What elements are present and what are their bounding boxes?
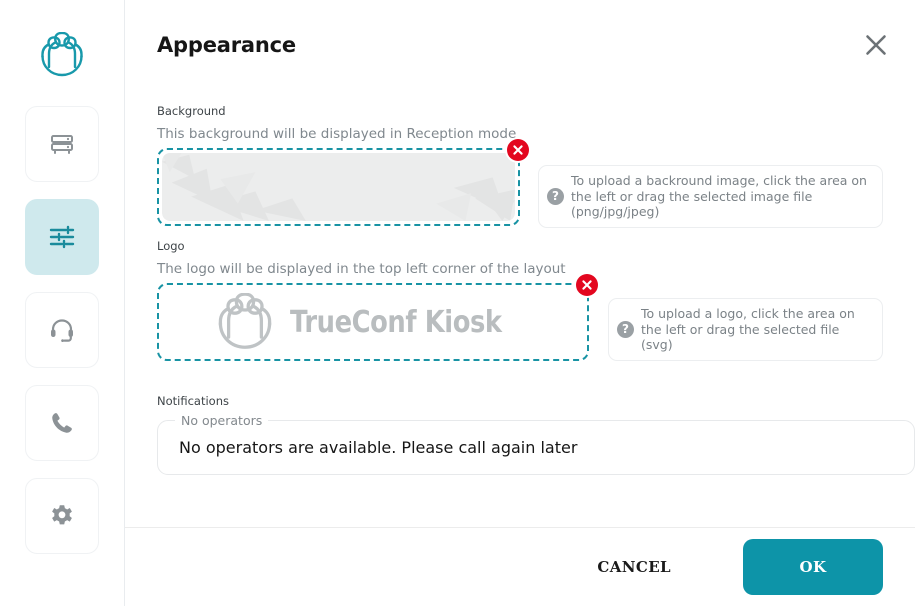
background-label: Background (157, 104, 226, 118)
main-panel: Appearance Background This background wi… (125, 0, 915, 606)
sidebar-item-server[interactable] (25, 106, 99, 182)
background-hint: ? To upload a backround image, click the… (538, 165, 883, 228)
appearance-settings-window: Appearance Background This background wi… (0, 0, 915, 606)
background-remove-button[interactable] (507, 139, 529, 161)
background-dropzone[interactable] (157, 139, 529, 226)
background-hint-text: To upload a backround image, click the a… (571, 173, 867, 219)
no-operators-field-legend: No operators (175, 413, 269, 429)
logo-dropzone[interactable]: TrueConf Kiosk (157, 274, 598, 361)
logo-image-preview: TrueConf Kiosk (162, 288, 584, 356)
people-group-icon (218, 293, 272, 349)
sidebar-item-calls[interactable] (25, 385, 99, 461)
background-image-preview (162, 153, 515, 221)
server-rack-icon (51, 135, 73, 154)
question-mark-icon: ? (617, 320, 634, 338)
sliders-icon (49, 225, 75, 249)
app-brand-logo (36, 32, 88, 78)
notifications-label: Notifications (157, 394, 229, 408)
logo-preview-text: TrueConf Kiosk (289, 304, 502, 340)
cancel-button[interactable]: CANCEL (573, 546, 695, 588)
logo-preview-wrap: TrueConf Kiosk (162, 288, 584, 356)
logo-label: Logo (157, 239, 185, 253)
logo-description: The logo will be displayed in the top le… (157, 261, 566, 277)
ok-button[interactable]: OK (743, 539, 883, 595)
background-description: This background will be displayed in Rec… (157, 126, 517, 142)
logo-hint-text: To upload a logo, click the area on the … (641, 306, 855, 352)
remove-circle-icon (513, 145, 523, 155)
close-button[interactable] (859, 28, 893, 62)
sidebar (0, 0, 125, 606)
footer-actions: CANCEL OK (125, 528, 915, 606)
question-mark-icon: ? (547, 187, 564, 205)
phone-icon (52, 413, 72, 433)
page-title: Appearance (157, 33, 296, 57)
background-polygons (162, 153, 515, 221)
headset-icon (51, 319, 73, 342)
logo-remove-button[interactable] (576, 274, 598, 296)
sidebar-item-operators[interactable] (25, 292, 99, 368)
sidebar-item-settings[interactable] (25, 478, 99, 554)
panel-body: Appearance Background This background wi… (125, 0, 915, 606)
people-group-icon (41, 32, 83, 77)
no-operators-field[interactable]: No operators No operators are available.… (157, 413, 915, 475)
close-icon (866, 35, 886, 55)
no-operators-field-value: No operators are available. Please call … (179, 437, 578, 457)
gear-icon (52, 505, 72, 525)
remove-circle-icon (582, 280, 592, 290)
background-preview-wrap (162, 153, 515, 221)
logo-hint: ? To upload a logo, click the area on th… (608, 298, 883, 361)
sidebar-item-appearance[interactable] (25, 199, 99, 275)
panel-header: Appearance (157, 32, 893, 62)
